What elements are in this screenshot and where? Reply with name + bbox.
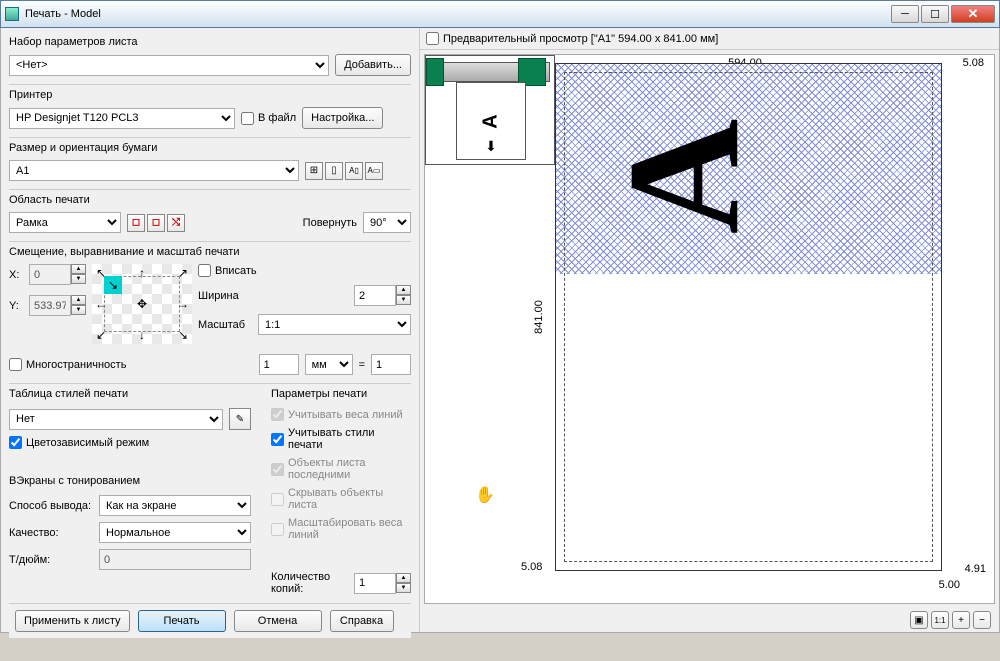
dialog-body: Набор параметров листа <Нет> Добавить...… — [0, 28, 1000, 633]
window-pick2-icon[interactable]: ◻ — [147, 214, 165, 232]
alignment-grid[interactable]: ↘ ↖↑↗ ←✥→ ↙↓↘ — [92, 264, 192, 344]
add-button[interactable]: Добавить... — [335, 54, 411, 76]
swap-icon[interactable]: ⤭ — [167, 214, 185, 232]
zoom-out-icon[interactable]: − — [973, 611, 991, 629]
zoom-11-icon[interactable]: 1:1 — [931, 611, 949, 629]
sheet-select[interactable]: <Нет> — [9, 55, 329, 76]
unit-select[interactable]: мм — [305, 354, 353, 375]
window-title: Печать - Model — [25, 8, 891, 20]
opt-sheetlast: Объекты листа последними — [271, 457, 411, 481]
landscape-a-icon[interactable]: A▯ — [345, 162, 363, 180]
title-bar: Печать - Model ─ ☐ ✕ — [0, 0, 1000, 28]
hand-cursor-icon: ✋ — [475, 485, 495, 505]
paper-sheet: A 841.00 — [555, 63, 942, 571]
window-pick-icon[interactable]: ◻ — [127, 214, 145, 232]
copies-spinner[interactable]: ▲▼ — [354, 573, 411, 594]
quality-select[interactable]: Нормальное — [99, 522, 251, 543]
printer-select[interactable]: HP Designjet T120 PCL3 — [9, 108, 235, 129]
opt-scale-lw: Масштабировать веса линий — [271, 517, 411, 541]
apply-button[interactable]: Применить к листу — [15, 610, 130, 632]
equals-label: = — [359, 359, 365, 371]
colordep-check[interactable]: Цветозависимый режим — [9, 436, 251, 449]
left-panel: Набор параметров листа <Нет> Добавить...… — [1, 28, 419, 632]
printer-settings-button[interactable]: Настройка... — [302, 107, 383, 129]
fit-check[interactable]: Вписать — [198, 264, 411, 277]
help-button[interactable]: Справка — [330, 610, 394, 632]
style-edit-icon[interactable]: ✎ — [229, 408, 251, 430]
zoom-extents-icon[interactable]: ▣ — [910, 611, 928, 629]
big-letter-a: A — [591, 119, 776, 235]
styles-select[interactable]: Нет — [9, 409, 223, 430]
paper-size-select[interactable]: A1 — [9, 160, 299, 181]
rotate-select[interactable]: 90° — [363, 212, 411, 233]
area-label: Область печати — [9, 189, 411, 206]
sheet-params-label: Набор параметров листа — [9, 36, 411, 48]
dim-br1: 4.91 — [965, 563, 986, 575]
offset-label: Смещение, выравнивание и масштаб печати — [9, 241, 411, 258]
portrait-icon[interactable]: ▯ — [325, 162, 343, 180]
cancel-button[interactable]: Отмена — [234, 610, 322, 632]
footer-buttons: Применить к листу Печать Отмена Справка — [9, 603, 411, 638]
width-label: Ширина — [198, 290, 252, 302]
preview-area[interactable]: A⬇ 594.00 5.08 A 841.00 ✋ 5.08 4.91 5.00 — [424, 54, 995, 604]
scale-label: Масштаб — [198, 319, 252, 331]
preview-check[interactable]: Предварительный просмотр ["A1" 594.00 x … — [426, 32, 993, 45]
preview-footer: ▣ 1:1 + − — [420, 608, 999, 632]
zoom-in-icon[interactable]: + — [952, 611, 970, 629]
opt-lineweight: Учитывать веса линий — [271, 408, 411, 421]
minimize-button[interactable]: ─ — [891, 5, 919, 23]
mode-select[interactable]: Как на экране — [99, 495, 251, 516]
app-icon — [5, 7, 19, 21]
dim-br2: 5.00 — [939, 579, 960, 591]
printer-thumbnail: A⬇ — [425, 55, 555, 165]
opt-hide: Скрывать объекты листа — [271, 487, 411, 511]
dim-height: 841.00 — [533, 300, 545, 334]
rotate-label: Повернуть — [303, 217, 357, 229]
area-select[interactable]: Рамка — [9, 212, 121, 233]
maximize-button[interactable]: ☐ — [921, 5, 949, 23]
right-panel: Предварительный просмотр ["A1" 594.00 x … — [419, 28, 999, 632]
printer-label: Принтер — [9, 84, 411, 101]
dim-bl: 5.08 — [521, 561, 542, 573]
unit-left-input[interactable] — [259, 354, 299, 375]
x-label: X: — [9, 269, 23, 281]
styles-label: Таблица стилей печати — [9, 388, 251, 400]
paper-label: Размер и ориентация бумаги — [9, 137, 411, 154]
print-button[interactable]: Печать — [138, 610, 226, 632]
unit-right-input[interactable] — [371, 354, 411, 375]
tofile-check[interactable]: В файл — [241, 112, 296, 125]
print-options-label: Параметры печати — [271, 388, 411, 400]
dpi-input — [99, 549, 251, 570]
dpi-label: Т/дюйм: — [9, 554, 93, 566]
opt-styles[interactable]: Учитывать стили печати — [271, 427, 411, 451]
multipage-check[interactable]: Многостраничность — [9, 358, 126, 371]
quality-label: Качество: — [9, 527, 93, 539]
scale-select[interactable]: 1:1 — [258, 314, 411, 335]
copies-label: Количество копий: — [271, 571, 348, 595]
y-label: Y: — [9, 300, 23, 312]
dim-tr: 5.08 — [963, 57, 984, 69]
landscape-b-icon[interactable]: A▭ — [365, 162, 383, 180]
viewport-label: ВЭкраны с тонированием — [9, 475, 251, 487]
y-spinner[interactable]: ▲▼ — [29, 295, 86, 316]
mode-label: Способ вывода: — [9, 500, 93, 512]
x-spinner[interactable]: ▲▼ — [29, 264, 86, 285]
add-size-icon[interactable]: ⊞ — [305, 162, 323, 180]
linewidth-spinner[interactable]: ▲▼ — [354, 285, 411, 306]
close-button[interactable]: ✕ — [951, 5, 995, 23]
tofile-label: В файл — [258, 112, 296, 124]
